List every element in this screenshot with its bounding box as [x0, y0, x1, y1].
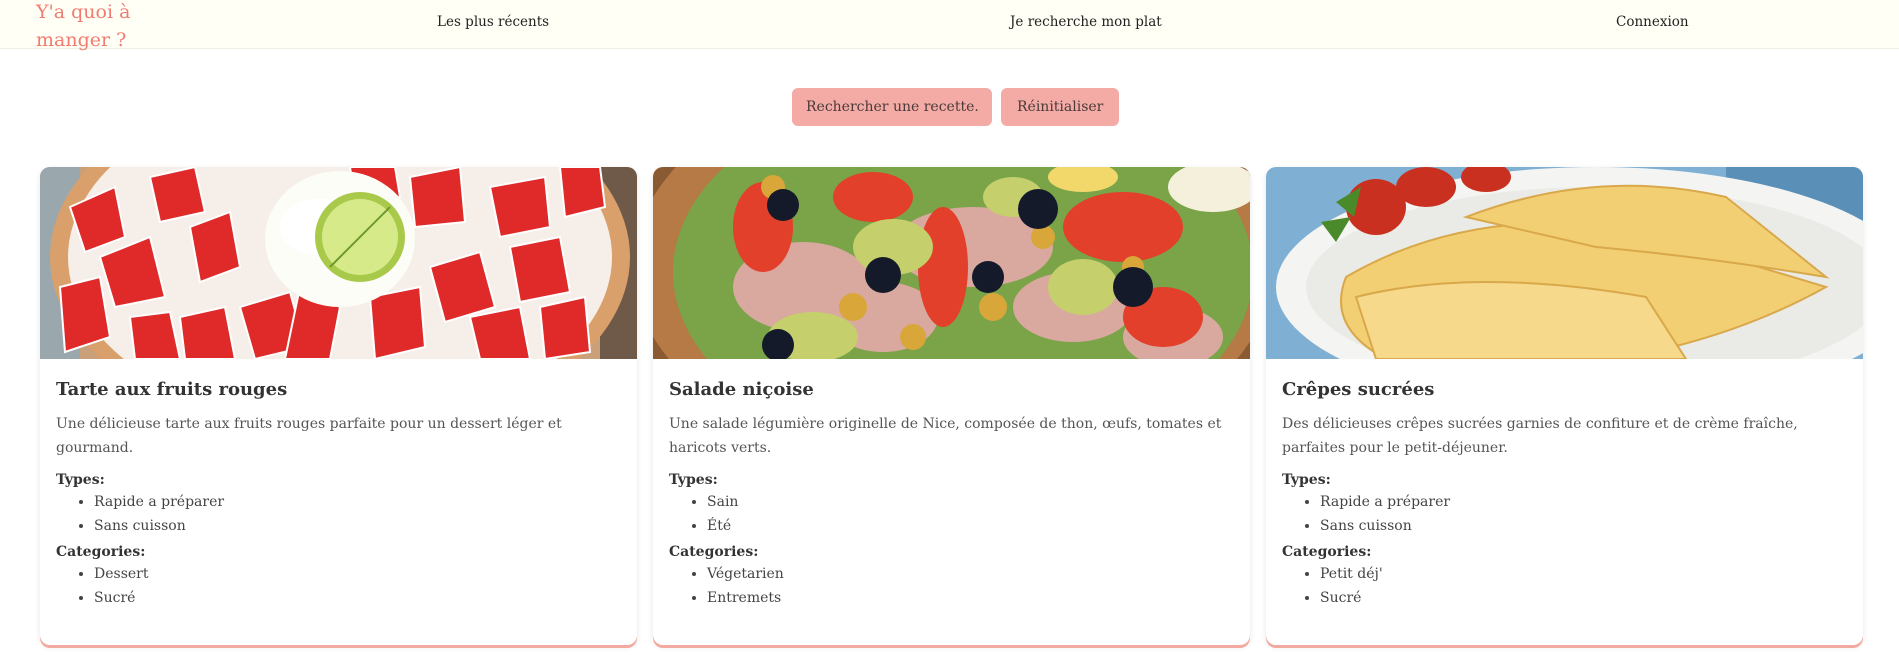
types-list: Sain Été [669, 490, 1234, 538]
category-item: Entremets [707, 586, 1234, 610]
types-list: Rapide a préparer Sans cuisson [1282, 490, 1847, 538]
category-item: Dessert [94, 562, 621, 586]
recipe-description: Une salade légumière originelle de Nice,… [669, 416, 1222, 456]
types-list: Rapide a préparer Sans cuisson [56, 490, 621, 538]
salad-image [653, 167, 1250, 359]
nav-link-search-dish[interactable]: Je recherche mon plat [1010, 14, 1162, 30]
site-logo[interactable]: Y'a quoi à manger ? [36, 0, 146, 54]
categories-list: Petit déj' Sucré [1282, 562, 1847, 610]
types-label: Types: [1282, 472, 1331, 488]
categories-label: Categories: [56, 544, 146, 560]
recipe-image-salad [653, 167, 1250, 359]
categories-label: Categories: [669, 544, 759, 560]
types-label: Types: [56, 472, 105, 488]
type-item: Sans cuisson [94, 514, 621, 538]
tart-image [40, 167, 637, 359]
recipe-card[interactable]: Crêpes sucrées Des délicieuses crêpes su… [1266, 167, 1863, 645]
type-item: Rapide a préparer [94, 490, 621, 514]
type-item: Sain [707, 490, 1234, 514]
recipe-description: Une délicieuse tarte aux fruits rouges p… [56, 416, 562, 456]
recipe-title: Tarte aux fruits rouges [56, 379, 288, 400]
categories-list: Dessert Sucré [56, 562, 621, 610]
category-item: Sucré [94, 586, 621, 610]
nav-link-login[interactable]: Connexion [1616, 14, 1689, 30]
type-item: Rapide a préparer [1320, 490, 1847, 514]
recipe-card[interactable]: Tarte aux fruits rouges Une délicieuse t… [40, 167, 637, 645]
recipe-title: Crêpes sucrées [1282, 379, 1435, 400]
category-item: Végetarien [707, 562, 1234, 586]
reset-button[interactable]: Réinitialiser [1001, 88, 1120, 126]
navbar: Y'a quoi à manger ? Les plus récents Je … [0, 0, 1899, 51]
recipe-card[interactable]: Salade niçoise Une salade légumière orig… [653, 167, 1250, 645]
recipe-title: Salade niçoise [669, 379, 814, 400]
search-bar: Réinitialiser [792, 88, 1120, 126]
category-item: Sucré [1320, 586, 1847, 610]
types-label: Types: [669, 472, 718, 488]
crepes-image [1266, 167, 1863, 359]
nav-link-recent[interactable]: Les plus récents [437, 14, 549, 30]
search-input[interactable] [792, 88, 992, 126]
recipe-description: Des délicieuses crêpes sucrées garnies d… [1282, 416, 1798, 456]
categories-list: Végetarien Entremets [669, 562, 1234, 610]
type-item: Sans cuisson [1320, 514, 1847, 538]
type-item: Été [707, 514, 1234, 538]
recipe-image-tart [40, 167, 637, 359]
categories-label: Categories: [1282, 544, 1372, 560]
category-item: Petit déj' [1320, 562, 1847, 586]
recipe-image-crepes [1266, 167, 1863, 359]
